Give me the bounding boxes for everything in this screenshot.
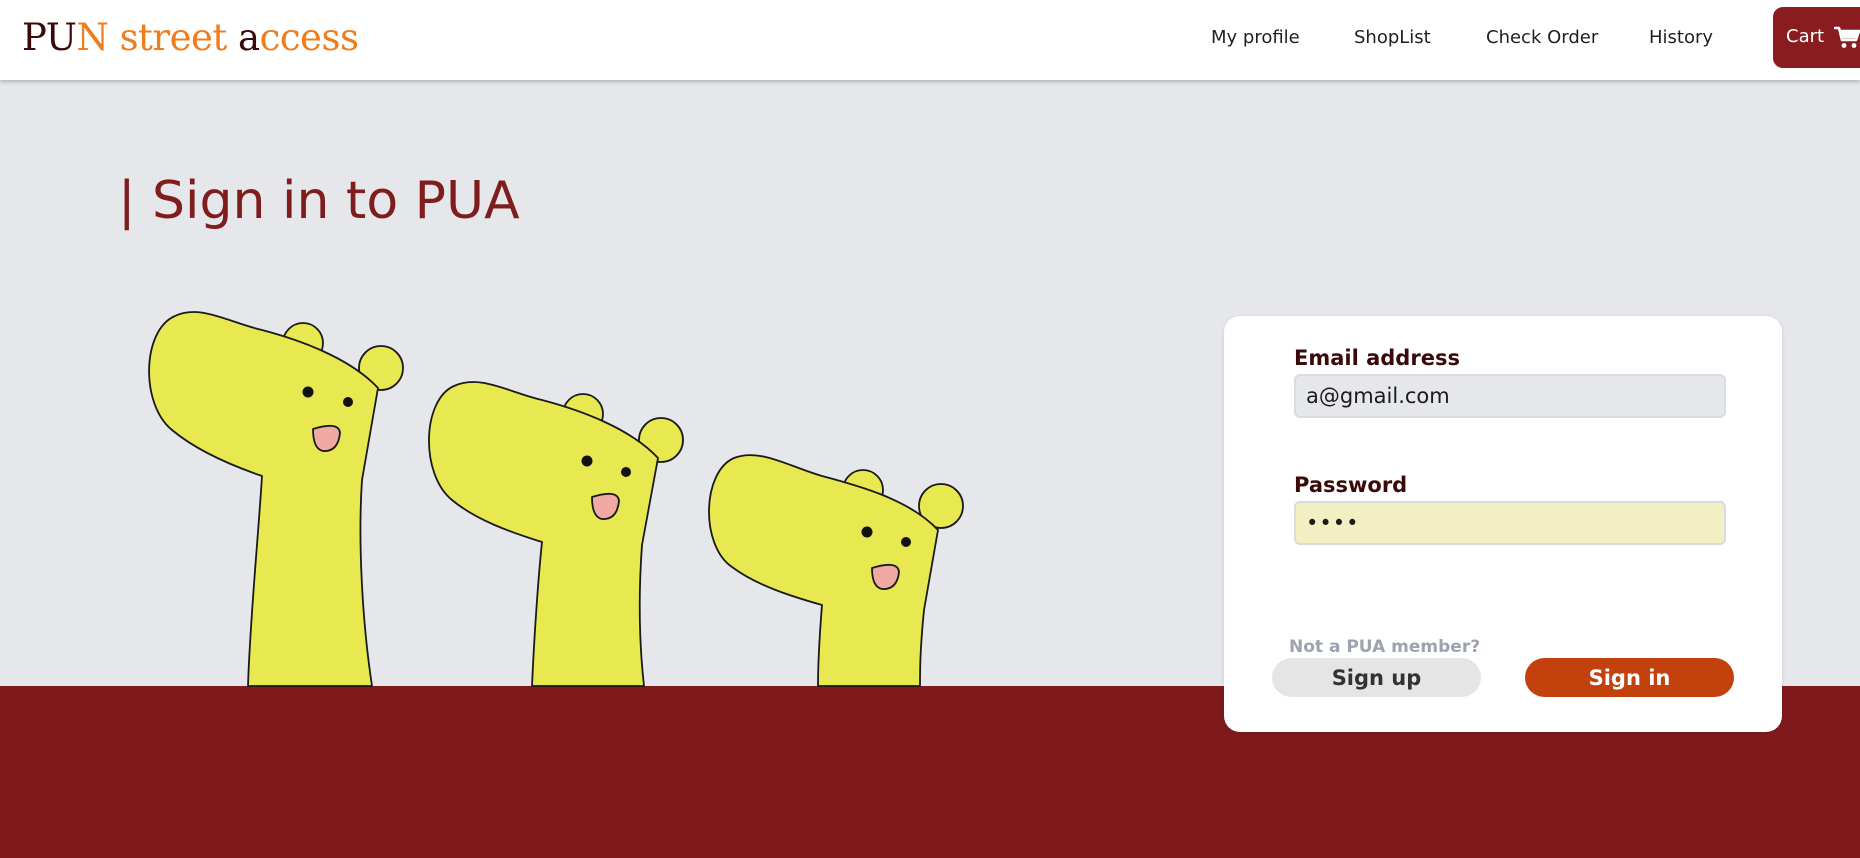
nav-shoplist[interactable]: ShopList: [1354, 24, 1431, 52]
logo-text-pu: PU: [22, 16, 77, 59]
sign-up-button[interactable]: Sign up: [1272, 658, 1481, 697]
email-label: Email address: [1294, 346, 1460, 370]
login-card: Email address Password Not a PUA member?…: [1224, 316, 1782, 732]
email-field[interactable]: [1294, 374, 1726, 418]
member-hint-text: Not a PUA member?: [1289, 637, 1481, 657]
mascot-illustration: [148, 311, 964, 687]
cart-icon: [1834, 26, 1860, 48]
logo-text-a: a: [238, 16, 260, 59]
password-field[interactable]: [1294, 501, 1726, 545]
mascot-character: [428, 381, 684, 687]
top-navbar: PUN street access My profile ShopList Ch…: [0, 0, 1860, 80]
cart-button[interactable]: Cart: [1773, 7, 1860, 68]
mascot-character: [708, 454, 964, 687]
sign-in-button[interactable]: Sign in: [1525, 658, 1734, 697]
logo-text-ccess: ccess: [259, 16, 359, 59]
nav-check-order[interactable]: Check Order: [1486, 24, 1598, 52]
password-label: Password: [1294, 473, 1408, 497]
mascot-character: [148, 311, 404, 687]
logo-text-n-street: N street: [76, 16, 239, 59]
nav-my-profile[interactable]: My profile: [1211, 24, 1300, 52]
nav-history[interactable]: History: [1649, 24, 1713, 52]
cart-label: Cart: [1786, 26, 1825, 47]
site-logo[interactable]: PUN street access: [22, 14, 359, 62]
